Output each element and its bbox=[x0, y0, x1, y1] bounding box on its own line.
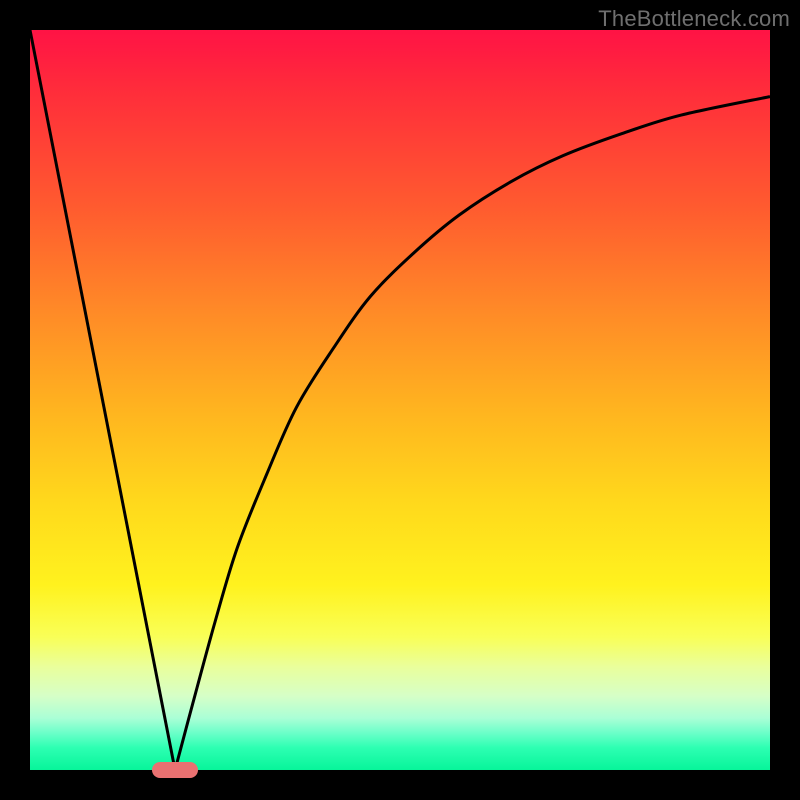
watermark-text: TheBottleneck.com bbox=[598, 6, 790, 32]
bottleneck-curve bbox=[30, 30, 770, 770]
curve-left-branch bbox=[30, 30, 175, 770]
chart-frame: TheBottleneck.com bbox=[0, 0, 800, 800]
minimum-marker bbox=[152, 762, 198, 778]
curve-right-branch bbox=[175, 97, 770, 770]
plot-area bbox=[30, 30, 770, 770]
